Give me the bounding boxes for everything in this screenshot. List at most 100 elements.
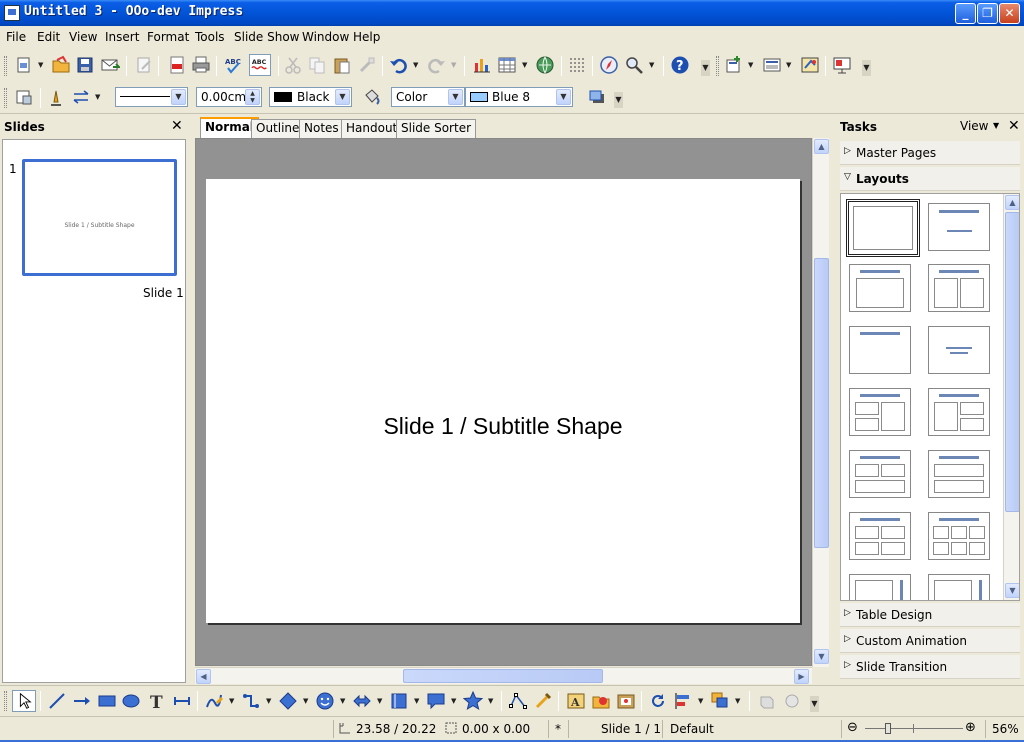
layout-content-over-two[interactable] — [849, 450, 911, 498]
layout-content-over-content[interactable] — [928, 450, 990, 498]
alignment-icon[interactable] — [673, 691, 693, 711]
close-icon[interactable]: ✕ — [1008, 118, 1020, 134]
glue-points-icon[interactable] — [533, 691, 553, 711]
open-folder-icon[interactable] — [51, 55, 71, 75]
scroll-up-icon[interactable]: ▲ — [814, 139, 829, 154]
block-arrows-dropdown-icon[interactable]: ▼ — [377, 691, 384, 711]
save-icon[interactable] — [75, 55, 95, 75]
layout-six-content[interactable] — [928, 512, 990, 560]
tab-slide-sorter[interactable]: Slide Sorter — [396, 119, 477, 138]
layout-title-only[interactable] — [928, 203, 990, 251]
menu-slide-show[interactable]: Slide Show — [234, 30, 299, 44]
spellcheck-icon[interactable]: ABC — [224, 55, 244, 75]
callouts-dropdown-icon[interactable]: ▼ — [451, 691, 458, 711]
minimize-button[interactable]: _ — [955, 3, 976, 24]
basic-shapes-icon[interactable] — [278, 691, 298, 711]
block-arrows-icon[interactable] — [352, 691, 372, 711]
zoom-icon[interactable] — [624, 55, 644, 75]
symbol-shapes-dropdown-icon[interactable]: ▼ — [340, 691, 347, 711]
chevron-down-icon[interactable]: ▼ — [171, 89, 186, 105]
fontwork-icon[interactable]: A — [566, 691, 586, 711]
area-fill-icon[interactable] — [362, 87, 382, 107]
menu-tools[interactable]: Tools — [195, 30, 225, 44]
export-pdf-icon[interactable] — [167, 55, 187, 75]
symbol-shapes-icon[interactable] — [315, 691, 335, 711]
slide[interactable]: Slide 1 / Subtitle Shape — [206, 179, 800, 623]
tab-handout[interactable]: Handout — [341, 119, 403, 138]
tab-notes[interactable]: Notes — [299, 119, 344, 138]
scroll-left-icon[interactable]: ◀ — [196, 669, 211, 684]
scroll-thumb[interactable] — [403, 669, 603, 683]
layout-title-two-content[interactable] — [928, 264, 990, 312]
clone-formatting-icon[interactable] — [357, 55, 377, 75]
paste-icon[interactable] — [332, 55, 352, 75]
zoom-in-icon[interactable]: ⊕ — [965, 720, 976, 735]
line-color-select[interactable]: Black ▼ — [269, 87, 352, 107]
callouts-icon[interactable] — [426, 691, 446, 711]
tasks-view-menu[interactable]: View — [960, 119, 988, 133]
menu-edit[interactable]: Edit — [37, 30, 60, 44]
toolbar-grip[interactable] — [716, 56, 719, 76]
undo-icon[interactable] — [389, 55, 409, 75]
menu-format[interactable]: Format — [147, 30, 189, 44]
slide-show-icon[interactable] — [832, 55, 852, 75]
edit-points-icon[interactable] — [508, 691, 528, 711]
layout-title-only-top[interactable] — [849, 326, 911, 374]
chart-icon[interactable] — [472, 55, 492, 75]
impress-app-icon[interactable] — [4, 5, 20, 21]
object-properties-icon[interactable] — [14, 87, 34, 107]
layout-four-content[interactable] — [849, 512, 911, 560]
chevron-down-icon[interactable]: ▼ — [335, 89, 350, 105]
email-document-icon[interactable] — [100, 55, 120, 75]
scroll-right-icon[interactable]: ▶ — [794, 669, 809, 684]
copy-icon[interactable] — [307, 55, 327, 75]
line-width-field[interactable]: 0.00cm ▲ ▼ — [196, 87, 262, 107]
slide-layout-icon[interactable] — [762, 55, 782, 75]
stars-dropdown-icon[interactable]: ▼ — [488, 691, 495, 711]
maximize-button[interactable]: ❐ — [977, 3, 998, 24]
new-dropdown-icon[interactable]: ▼ — [38, 55, 45, 75]
autospellcheck-icon[interactable]: ABC — [249, 54, 271, 76]
slide-design-icon[interactable] — [800, 55, 820, 75]
toolbar-overflow-icon[interactable]: ▼ — [701, 60, 710, 76]
status-zoom[interactable]: 56% — [992, 722, 1019, 736]
redo-dropdown-icon[interactable]: ▼ — [451, 55, 458, 75]
section-table-design[interactable]: ▷ Table Design — [840, 603, 1020, 627]
arrow-style-dropdown-icon[interactable]: ▼ — [95, 87, 102, 107]
curve-tool-icon[interactable] — [204, 691, 224, 711]
menu-window[interactable]: Window — [302, 30, 349, 44]
grid-icon[interactable] — [567, 55, 587, 75]
area-style-select[interactable]: Color ▼ — [391, 87, 465, 107]
layout-blank[interactable] — [846, 199, 920, 257]
zoom-out-icon[interactable]: ⊖ — [847, 720, 858, 735]
navigator-compass-icon[interactable] — [599, 55, 619, 75]
layout-two-content-right[interactable] — [928, 388, 990, 436]
alignment-dropdown-icon[interactable]: ▼ — [698, 691, 705, 711]
close-icon[interactable]: ✕ — [171, 118, 183, 134]
zoom-slider-handle[interactable] — [885, 723, 891, 734]
print-icon[interactable] — [191, 55, 211, 75]
line-arrow-tool-icon[interactable] — [72, 691, 92, 711]
subtitle-placeholder[interactable]: Slide 1 / Subtitle Shape — [206, 413, 800, 440]
rotate-icon[interactable] — [648, 691, 668, 711]
help-icon[interactable]: ? — [670, 55, 690, 75]
chevron-down-icon[interactable]: ▼ — [448, 89, 463, 105]
cut-icon[interactable] — [283, 55, 303, 75]
redo-icon[interactable] — [426, 55, 446, 75]
connectors-icon[interactable] — [241, 691, 261, 711]
toolbar-grip[interactable] — [4, 88, 7, 108]
section-slide-transition[interactable]: ▷ Slide Transition — [840, 655, 1020, 679]
table-dropdown-icon[interactable]: ▼ — [522, 55, 529, 75]
flowcharts-icon[interactable] — [389, 691, 409, 711]
line-style-select[interactable]: ▼ — [115, 87, 188, 107]
chevron-down-icon[interactable]: ▼ — [993, 119, 999, 133]
area-color-select[interactable]: Blue 8 ▼ — [465, 87, 573, 107]
close-button[interactable]: ✕ — [999, 3, 1020, 24]
curve-dropdown-icon[interactable]: ▼ — [229, 691, 236, 711]
chevron-down-icon[interactable]: ▼ — [556, 89, 571, 105]
scroll-thumb[interactable] — [1005, 212, 1019, 512]
arrow-style-icon[interactable] — [71, 87, 91, 107]
toolbar-overflow-icon[interactable]: ▼ — [810, 696, 819, 712]
toolbar-grip[interactable] — [4, 56, 7, 76]
shadow-icon[interactable] — [587, 87, 607, 107]
